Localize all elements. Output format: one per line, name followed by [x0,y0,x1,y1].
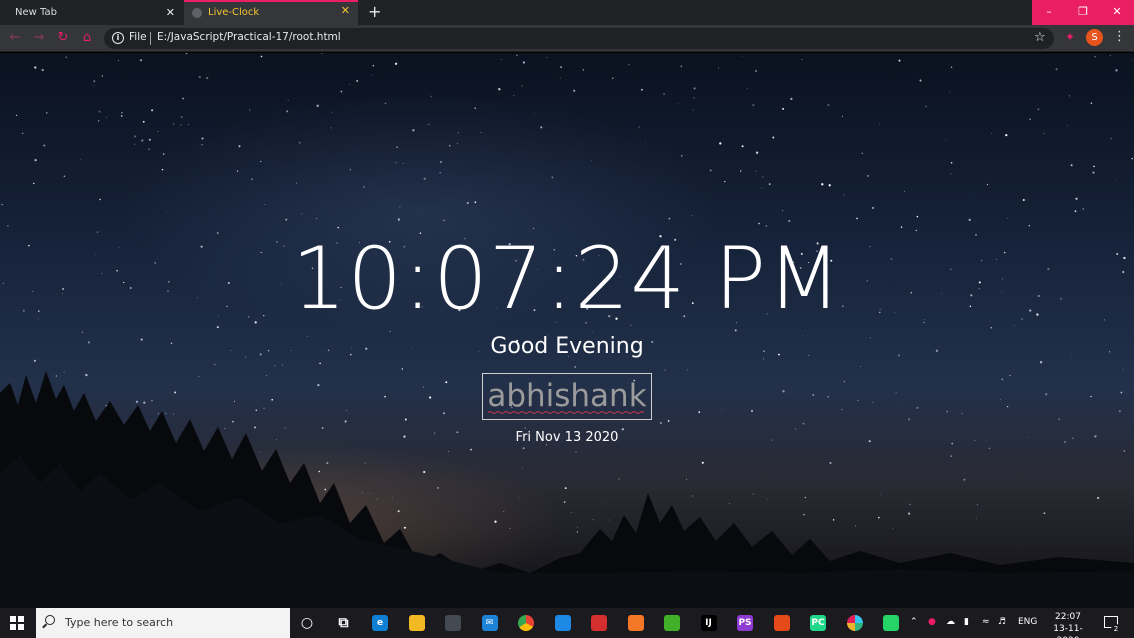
cortana-icon[interactable]: ○ [299,615,315,631]
windows-taskbar: Type here to search ○ ⧉ e ✉ IJ PS PC ⌃ ● ☁ ▮ ≈… [0,608,1134,638]
store-icon[interactable] [445,615,461,631]
tab-live-clock[interactable]: Live-Clock ✕ [184,0,358,25]
close-tab-icon[interactable]: ✕ [166,0,175,25]
search-placeholder: Type here to search [65,616,174,629]
home-icon[interactable]: ⌂ [78,29,96,47]
wifi-icon[interactable]: ≈ [982,617,990,627]
task-view-icon[interactable]: ⧉ [335,615,352,631]
vscode-icon[interactable] [554,615,571,631]
scheme-label: File [129,31,147,43]
jupyter-icon[interactable] [627,615,644,631]
kebab-menu-icon[interactable]: ⋮ [1113,29,1126,44]
tray-app-icon[interactable]: ● [928,617,936,627]
profile-avatar[interactable]: S [1086,29,1103,46]
info-icon[interactable]: i [112,32,124,44]
tray-time: 22:07 [1055,612,1081,622]
tray-chevron-icon[interactable]: ⌃ [910,617,918,627]
windows-start-icon[interactable] [10,616,24,630]
whatsapp-icon[interactable] [883,615,899,631]
battery-icon[interactable]: ▮ [964,617,969,627]
forward-arrow-icon[interactable]: → [30,29,48,47]
bookmark-star-icon[interactable]: ☆ [1034,30,1046,45]
tab-label: New Tab [15,7,57,18]
date-text: Fri Nov 13 2020 [515,430,619,445]
tab-new-tab[interactable]: New Tab ✕ [0,0,183,25]
url-divider [150,32,151,45]
pycharm-icon[interactable]: PC [810,615,826,631]
close-tab-icon[interactable]: ✕ [341,0,350,21]
globe-icon [192,8,202,18]
live-clock-time: 10:07:24 PM [291,229,843,329]
intellij-icon[interactable]: IJ [700,615,717,631]
extensions-puzzle-icon[interactable]: ✦ [1065,30,1075,44]
language-indicator[interactable]: ENG [1018,617,1037,627]
new-tab-button[interactable]: + [368,0,381,25]
reload-icon[interactable]: ↻ [54,29,72,47]
file-explorer-icon[interactable] [408,615,425,631]
notification-count: 2 [1111,624,1121,634]
active-app-highlight [508,608,544,638]
taskbar-search-box[interactable]: Type here to search [36,608,290,638]
window-controls: – ❐ ✕ [1032,0,1134,25]
tree-silhouette-background [0,371,1134,608]
mail-icon[interactable]: ✉ [481,615,498,631]
browser-toolbar: ← → ↻ ⌂ i File E:/JavaScript/Practical-1… [0,25,1134,52]
taskbar-clock[interactable]: 22:07 13-11-2020 [1044,611,1092,638]
phpstorm-icon[interactable]: PS [737,615,753,631]
url-text[interactable]: E:/JavaScript/Practical-17/root.html [157,31,341,43]
tab-label: Live-Clock [208,7,260,18]
search-icon [45,615,55,625]
chrome-icon[interactable] [508,608,544,638]
anaconda-icon[interactable] [664,615,680,631]
tab-strip: New Tab ✕ Live-Clock ✕ + – ❐ ✕ [0,0,1134,25]
office-icon[interactable] [773,615,790,631]
greeting-text: Good Evening [490,334,644,359]
slack-icon[interactable] [846,615,863,631]
record-icon[interactable] [591,615,607,631]
restore-button[interactable]: ❐ [1066,0,1100,25]
address-bar[interactable]: i File E:/JavaScript/Practical-17/root.h… [104,28,1054,49]
clock-page: 10:07:24 PM Good Evening abhishank Fri N… [0,53,1134,608]
close-window-button[interactable]: ✕ [1100,0,1134,25]
volume-icon[interactable]: ♬ [998,617,1006,627]
tray-date: 13-11-2020 [1053,624,1083,638]
minimize-button[interactable]: – [1032,0,1066,25]
edge-icon[interactable]: e [372,615,388,631]
spellcheck-underline [488,411,645,414]
back-arrow-icon[interactable]: ← [6,29,24,47]
onedrive-cloud-icon[interactable]: ☁ [946,617,955,627]
